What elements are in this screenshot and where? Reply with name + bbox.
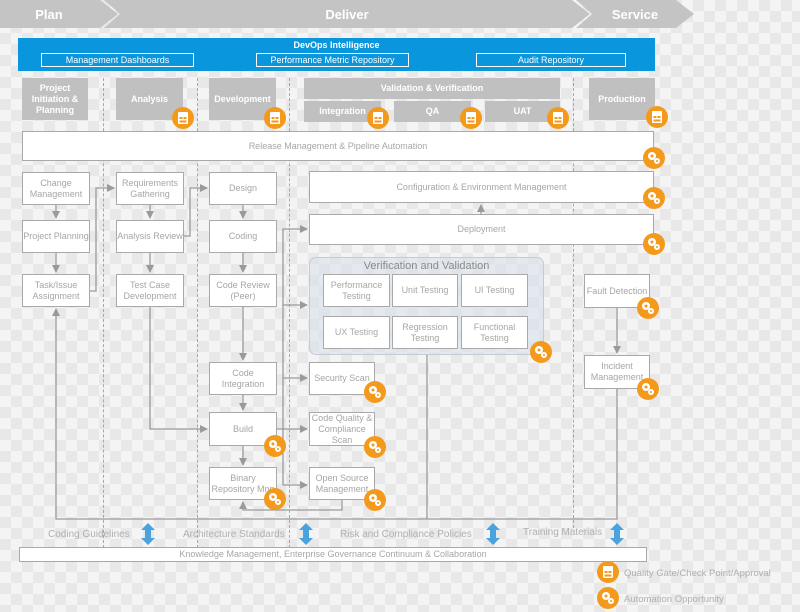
quality-gate-icon — [367, 107, 389, 129]
automation-gears-icon — [530, 341, 552, 363]
legend-automation-label: Automation Opportunity — [624, 594, 724, 605]
automation-gears-icon — [643, 233, 665, 255]
double-arrow-icon — [610, 523, 624, 545]
double-arrow-icon — [486, 523, 500, 545]
knowledge-management-bar: Knowledge Management, Enterprise Governa… — [19, 547, 647, 562]
coding-guidelines: Coding Guidelines — [48, 529, 130, 540]
legend-quality-gate-label: Quality Gate/Check Point/Approval — [624, 568, 771, 579]
automation-gears-icon — [643, 147, 665, 169]
risk-compliance-policies: Risk and Compliance Policies — [340, 529, 472, 540]
legend-quality-gate-icon — [597, 561, 619, 583]
automation-gears-icon — [364, 436, 386, 458]
double-arrow-icon — [299, 523, 313, 545]
double-arrow-icon — [141, 523, 155, 545]
connector-lines — [52, 184, 624, 545]
quality-gate-icon — [646, 106, 668, 128]
quality-gate-icon — [172, 107, 194, 129]
quality-gate-icon — [264, 107, 286, 129]
automation-gears-icon — [264, 488, 286, 510]
architecture-standards: Architecture Standards — [183, 529, 285, 540]
legend-automation-icon — [597, 587, 619, 609]
automation-gears-icon — [364, 381, 386, 403]
automation-gears-icon — [264, 435, 286, 457]
automation-gears-icon — [637, 378, 659, 400]
training-materials: Training Materials — [523, 527, 603, 538]
automation-gears-icon — [643, 187, 665, 209]
automation-gears-icon — [637, 297, 659, 319]
automation-gears-icon — [364, 489, 386, 511]
quality-gate-icon — [460, 107, 482, 129]
quality-gate-icon — [547, 107, 569, 129]
